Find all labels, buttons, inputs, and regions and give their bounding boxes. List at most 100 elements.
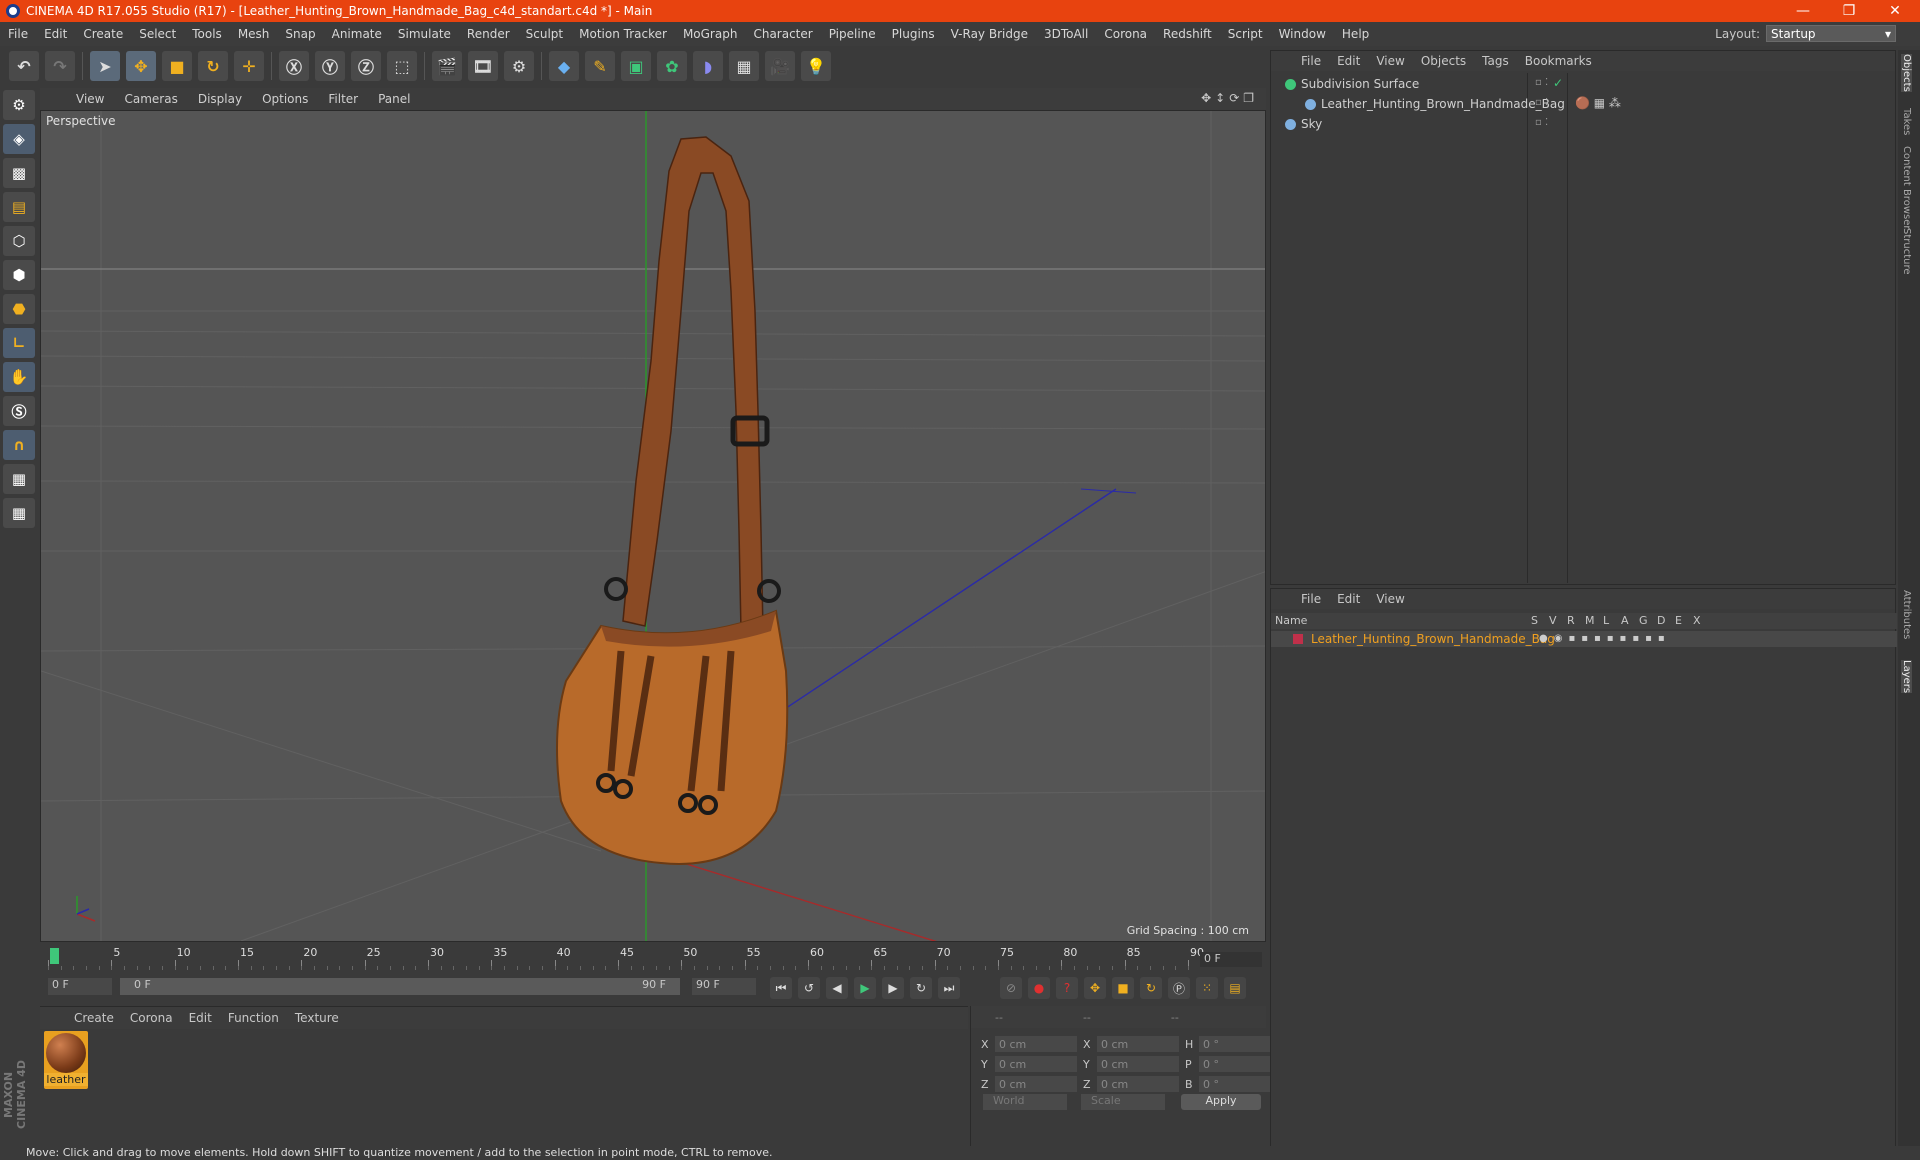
layer-column-s[interactable]: S (1531, 614, 1538, 627)
cube-primitive-icon[interactable]: ◆ (549, 51, 579, 81)
previous-frame-icon[interactable]: ◀ (826, 977, 848, 999)
menu-mograph[interactable]: MoGraph (675, 27, 746, 41)
perspective-viewport[interactable]: Perspective Grid Spacing : 100 cm (40, 110, 1266, 942)
go-to-end-icon[interactable]: ⏭ (938, 977, 960, 999)
size-value-field[interactable]: 0 cm (1097, 1076, 1179, 1092)
menu-corona[interactable]: Corona (1096, 27, 1155, 41)
object-menu-edit[interactable]: Edit (1329, 54, 1368, 68)
object-row[interactable]: Sky ▫ ⁚ (1271, 115, 1895, 133)
move-tool-icon[interactable]: ✥ (126, 51, 156, 81)
dock-tab-structure[interactable]: Structure (1901, 228, 1912, 275)
y-axis-lock-icon[interactable]: Ⓨ (315, 51, 345, 81)
viewport-menu-panel[interactable]: Panel (368, 92, 420, 106)
object-row[interactable]: Subdivision Surface ▫ ⁚ ✓ (1271, 75, 1895, 93)
render-settings-icon[interactable]: ⚙ (504, 51, 534, 81)
layer-flag-icons[interactable]: ●◉▪▪▪▪▪▪▪▪ (1539, 633, 1671, 644)
dock-tab-layers[interactable]: Layers (1901, 660, 1912, 694)
enabled-check-icon[interactable]: ✓ (1553, 76, 1563, 90)
menu-plugins[interactable]: Plugins (884, 27, 943, 41)
material-tag-icon[interactable]: 🟤 ▦ ⁂ (1575, 96, 1621, 110)
camera-icon[interactable]: 🎥 (765, 51, 795, 81)
material-menu-corona[interactable]: Corona (122, 1011, 181, 1025)
size-value-field[interactable]: 0 cm (1097, 1036, 1179, 1052)
viewport-menu-options[interactable]: Options (252, 92, 318, 106)
menu-file[interactable]: File (0, 27, 36, 41)
size-value-field[interactable]: 0 cm (1097, 1056, 1179, 1072)
menu-redshift[interactable]: Redshift (1155, 27, 1220, 41)
key-scale-icon[interactable]: ■ (1112, 977, 1134, 999)
coordinate-mode-select[interactable]: Scale (1081, 1094, 1165, 1110)
restore-button[interactable]: ❐ (1826, 0, 1872, 22)
layer-column-x[interactable]: X (1693, 614, 1701, 627)
layout-dropdown[interactable]: Startup ▾ (1766, 25, 1896, 42)
viewport-navigation-icons[interactable]: ✥↕⟳❐ (1201, 91, 1258, 105)
material-menu-edit[interactable]: Edit (181, 1011, 220, 1025)
key-param-icon[interactable]: Ⓟ (1168, 977, 1190, 999)
render-view-icon[interactable]: 🎬 (432, 51, 462, 81)
edges-mode-icon[interactable]: ⬢ (3, 260, 35, 290)
motion-record-icon[interactable]: ⊘ (1000, 977, 1022, 999)
array-cloner-icon[interactable]: ✿ (657, 51, 687, 81)
visibility-toggle-icon[interactable]: ▫ ⁚ (1535, 77, 1548, 88)
texture-mode-icon[interactable]: ▩ (3, 158, 35, 188)
deformer-icon[interactable]: ◗ (693, 51, 723, 81)
menu-script[interactable]: Script (1220, 27, 1271, 41)
menu-animate[interactable]: Animate (324, 27, 390, 41)
coordinate-space-select[interactable]: World (983, 1094, 1067, 1110)
z-axis-lock-icon[interactable]: Ⓩ (351, 51, 381, 81)
viewport-menu-filter[interactable]: Filter (318, 92, 368, 106)
timeline-ruler[interactable]: 051015202530354045505560657075808590 0 F (40, 944, 1266, 974)
close-button[interactable]: ✕ (1872, 0, 1918, 22)
spline-pen-icon[interactable]: ✎ (585, 51, 615, 81)
material-menu-create[interactable]: Create (66, 1011, 122, 1025)
x-axis-lock-icon[interactable]: Ⓧ (279, 51, 309, 81)
layer-menu-edit[interactable]: Edit (1329, 592, 1368, 606)
polygons-mode-icon[interactable]: ⬣ (3, 294, 35, 324)
select-arrow-icon[interactable]: ➤ (90, 51, 120, 81)
layer-column-m[interactable]: M (1585, 614, 1595, 627)
record-active-icon[interactable]: ● (1028, 977, 1050, 999)
viewport-menu-view[interactable]: View (66, 92, 114, 106)
menu-motion-tracker[interactable]: Motion Tracker (571, 27, 675, 41)
object-menu-file[interactable]: File (1293, 54, 1329, 68)
tweak-mode-icon[interactable]: ✋ (3, 362, 35, 392)
scale-tool-icon[interactable]: ■ (162, 51, 192, 81)
floor-scene-icon[interactable]: ▦ (729, 51, 759, 81)
end-frame-field[interactable]: 90 F (692, 978, 756, 995)
current-frame-field[interactable]: 0 F (1200, 952, 1262, 967)
menu-snap[interactable]: Snap (277, 27, 323, 41)
autokey-icon[interactable]: ? (1056, 977, 1078, 999)
position-value-field[interactable]: 0 cm (995, 1056, 1077, 1072)
planar-workplane-icon[interactable]: ▦ (3, 498, 35, 528)
menu-mesh[interactable]: Mesh (230, 27, 278, 41)
rotate-tool-icon[interactable]: ↻ (198, 51, 228, 81)
undo-icon[interactable]: ↶ (9, 51, 39, 81)
rotation-value-field[interactable]: 0 ° (1199, 1056, 1281, 1072)
menu-sculpt[interactable]: Sculpt (518, 27, 571, 41)
next-frame-icon[interactable]: ▶ (882, 977, 904, 999)
dock-tab-attributes[interactable]: Attributes (1901, 590, 1912, 639)
key-move-icon[interactable]: ✥ (1084, 977, 1106, 999)
visibility-toggle-icon[interactable]: ▫ ⁚ (1535, 117, 1548, 128)
playhead-marker[interactable] (50, 948, 59, 964)
menu-3dtoall[interactable]: 3DToAll (1036, 27, 1096, 41)
dock-tab-content-browser[interactable]: Content Browser (1901, 146, 1912, 229)
workplane-mode-icon[interactable]: ▤ (3, 192, 35, 222)
minimize-button[interactable]: — (1780, 0, 1826, 22)
menu-simulate[interactable]: Simulate (390, 27, 459, 41)
layer-column-g[interactable]: G (1639, 614, 1648, 627)
workplane-lock-icon[interactable]: ▦ (3, 464, 35, 494)
key-pla-icon[interactable]: ⁙ (1196, 977, 1218, 999)
light-bulb-icon[interactable]: 💡 (801, 51, 831, 81)
position-value-field[interactable]: 0 cm (995, 1036, 1077, 1052)
object-menu-view[interactable]: View (1368, 54, 1412, 68)
visibility-toggle-icon[interactable]: ▫ ⁚ (1535, 97, 1548, 108)
menu-pipeline[interactable]: Pipeline (821, 27, 884, 41)
previous-key-icon[interactable]: ↺ (798, 977, 820, 999)
last-tool-icon[interactable]: ✛ (234, 51, 264, 81)
menu-tools[interactable]: Tools (184, 27, 230, 41)
axis-mode-icon[interactable]: ∟ (3, 328, 35, 358)
position-value-field[interactable]: 0 cm (995, 1076, 1077, 1092)
magnet-icon[interactable]: ∩ (3, 430, 35, 460)
coordinate-system-icon[interactable]: ⬚ (387, 51, 417, 81)
